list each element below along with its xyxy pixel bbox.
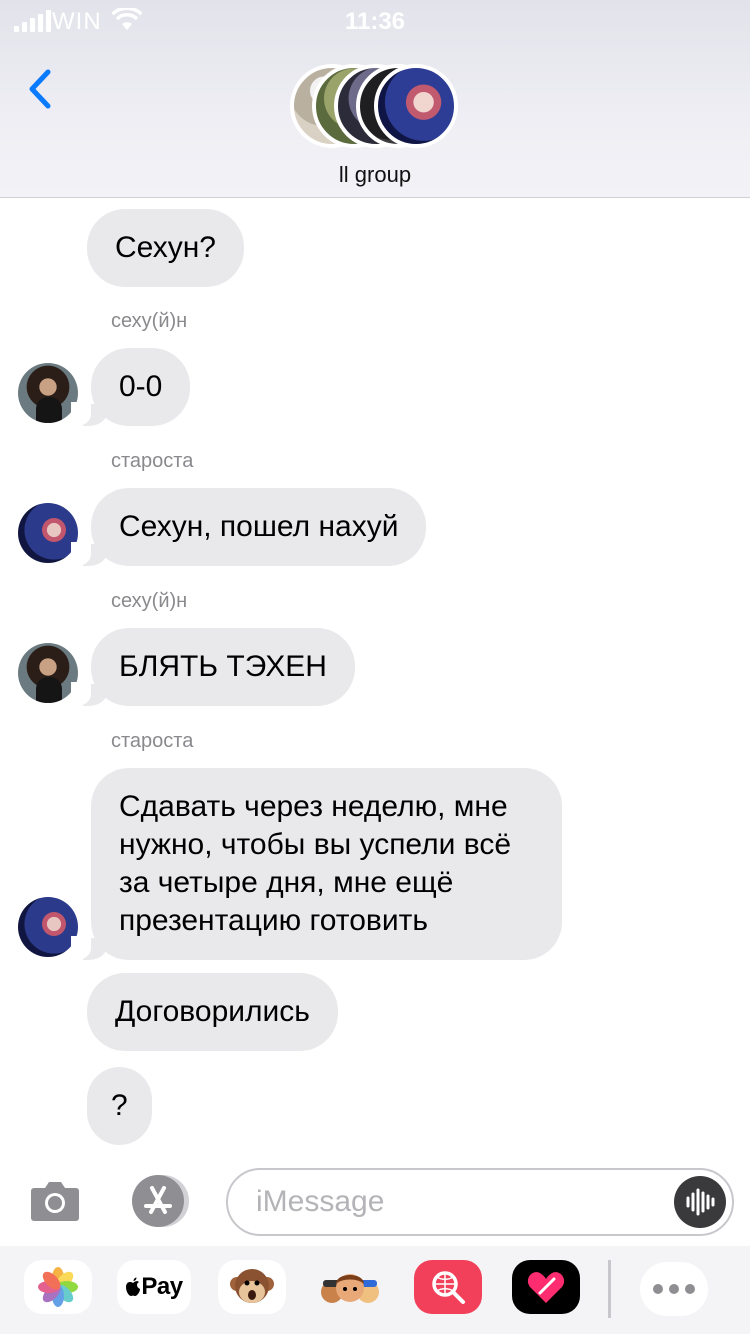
sender-name: староста [111, 450, 194, 472]
group-name[interactable]: ll group [0, 162, 750, 188]
voice-waveform-icon [686, 1188, 715, 1216]
memoji-app-button[interactable] [316, 1260, 384, 1314]
camera-icon [31, 1182, 79, 1221]
conversation-header: WIN 11:36 ll group [0, 0, 750, 198]
message-bubble[interactable]: Договорились [87, 973, 338, 1051]
animoji-icon [230, 1269, 274, 1303]
sender-name: староста [111, 730, 194, 752]
sender-name: сеху(й)н [111, 590, 188, 612]
sender-avatar[interactable] [18, 643, 78, 703]
message-bubble[interactable]: Сехун? [87, 209, 244, 287]
apple-pay-button[interactable]: Pay [117, 1260, 191, 1314]
photos-icon [38, 1267, 78, 1307]
status-time: 11:36 [344, 8, 406, 35]
message-bubble[interactable]: 0-0 [70, 348, 191, 426]
animoji-app-button[interactable] [218, 1260, 286, 1314]
more-icon [653, 1284, 695, 1294]
group-member-avatar [374, 64, 458, 148]
message-bubble[interactable]: ? [87, 1067, 152, 1145]
more-apps-button[interactable] [640, 1262, 708, 1316]
message-bubble[interactable]: Сехун, пошел нахуй [70, 488, 427, 566]
status-bar: WIN 11:36 [0, 0, 750, 44]
drawer-divider [608, 1260, 611, 1318]
web-search-icon [432, 1271, 465, 1304]
memoji-icon [321, 1274, 379, 1303]
app-drawer: Pay [0, 1246, 750, 1334]
compose-bar [0, 1158, 750, 1246]
app-store-button[interactable] [126, 1174, 190, 1227]
group-avatar-stack[interactable] [290, 64, 462, 148]
message-thread[interactable]: Сехун? сеху(й)н 0-0 староста Сехун, поше… [0, 199, 750, 1157]
digital-touch-icon [527, 1272, 565, 1303]
apple-pay-icon [126, 1277, 141, 1296]
digital-touch-app-button[interactable] [512, 1260, 580, 1314]
web-search-app-button[interactable] [414, 1260, 482, 1314]
camera-button[interactable] [30, 1178, 80, 1227]
sender-avatar[interactable] [18, 897, 78, 957]
sender-avatar[interactable] [18, 503, 78, 563]
voice-message-button[interactable] [674, 1176, 726, 1228]
apple-pay-label: Pay [141, 1273, 183, 1300]
sender-avatar[interactable] [18, 363, 78, 423]
message-input[interactable] [256, 1182, 656, 1222]
message-bubble[interactable]: Сдавать через неделю, мне нужно, чтобы в… [71, 768, 562, 960]
back-chevron-icon [29, 69, 51, 109]
back-button[interactable] [22, 66, 62, 112]
message-input-field[interactable] [226, 1168, 734, 1236]
message-bubble[interactable]: БЛЯТЬ ТЭХЕН [71, 628, 355, 706]
app-store-icon [132, 1175, 189, 1227]
photos-app-button[interactable] [24, 1260, 92, 1314]
sender-name: сеху(й)н [111, 310, 188, 332]
